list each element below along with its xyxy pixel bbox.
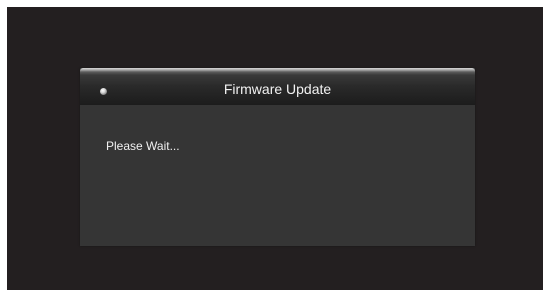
dialog-title: Firmware Update (223, 81, 332, 97)
status-message: Please Wait... (106, 139, 180, 153)
dialog-body: Please Wait... (80, 105, 475, 246)
dialog-header: Firmware Update (80, 68, 475, 105)
tv-screen: Firmware Update Please Wait... (7, 7, 543, 290)
firmware-update-dialog: Firmware Update Please Wait... (80, 68, 475, 246)
